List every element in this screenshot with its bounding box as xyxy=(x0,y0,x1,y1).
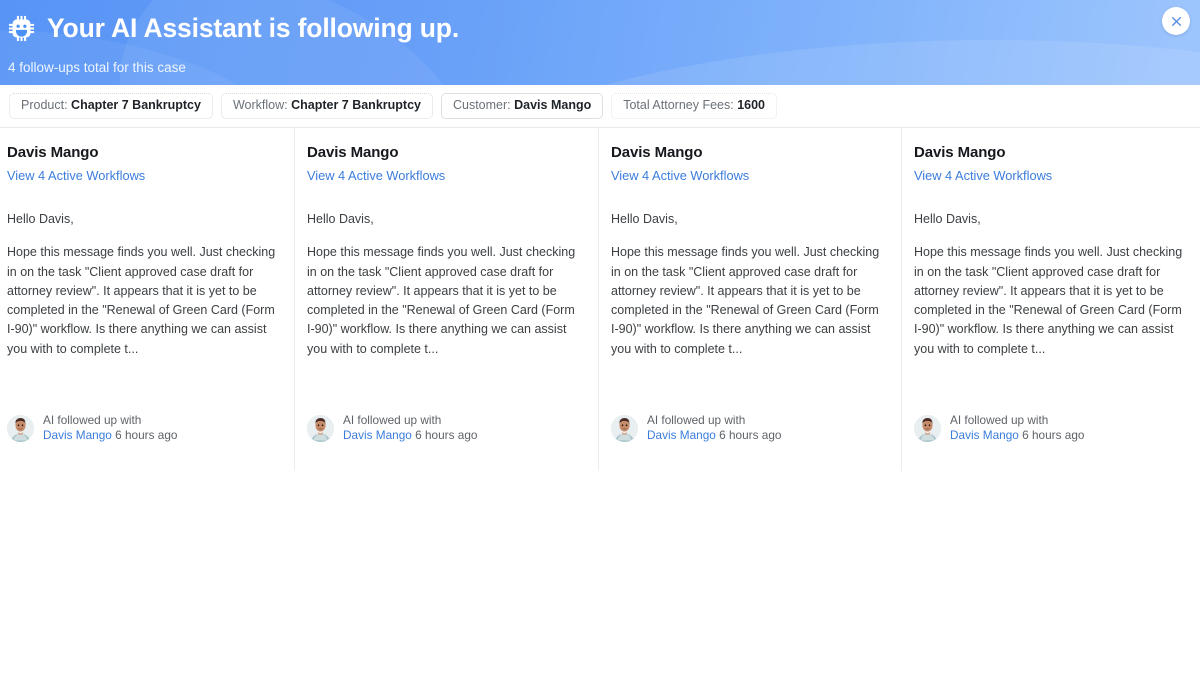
avatar xyxy=(914,414,941,442)
meta-chip-workflow: Workflow: Chapter 7 Bankruptcy xyxy=(220,93,433,119)
card-customer-name: Davis Mango xyxy=(307,144,399,161)
card-footer-text: AI followed up with Davis Mango 6 hours … xyxy=(43,413,177,444)
card-footer: AI followed up with Davis Mango 6 hours … xyxy=(611,413,887,471)
meta-chip-customer: Customer: Davis Mango xyxy=(440,93,604,119)
card-footer: AI followed up with Davis Mango 6 hours … xyxy=(914,413,1186,471)
card-footer: AI followed up with Davis Mango 6 hours … xyxy=(307,413,584,471)
meta-chip-workflow-label: Workflow: xyxy=(232,98,288,113)
meta-chip-fees-value: 1600 xyxy=(737,98,766,113)
footer-timestamp: 6 hours ago xyxy=(115,428,178,443)
footer-prefix: AI followed up with xyxy=(43,412,142,427)
avatar xyxy=(7,414,34,442)
meta-chip-product-value: Chapter 7 Bankruptcy xyxy=(71,98,201,113)
card-footer-text: AI followed up with Davis Mango 6 hours … xyxy=(647,413,781,444)
card-footer-text: AI followed up with Davis Mango 6 hours … xyxy=(343,413,477,444)
meta-chip-total-attorney-fees: Total Attorney Fees: 1600 xyxy=(611,93,778,119)
avatar xyxy=(611,414,638,442)
view-active-workflows-link[interactable]: View 4 Active Workflows xyxy=(611,169,749,183)
meta-chip-customer-label: Customer: xyxy=(452,98,511,113)
meta-chip-product-label: Product: xyxy=(21,98,68,113)
footer-person-link[interactable]: Davis Mango xyxy=(43,428,112,442)
close-button[interactable] xyxy=(1162,7,1190,35)
followup-card[interactable]: Davis Mango View 4 Active Workflows Hell… xyxy=(599,128,902,471)
close-icon xyxy=(1171,16,1181,26)
view-active-workflows-link[interactable]: View 4 Active Workflows xyxy=(307,169,445,183)
message-greeting: Hello Davis, xyxy=(7,211,74,226)
footer-prefix: AI followed up with xyxy=(647,412,746,427)
footer-timestamp: 6 hours ago xyxy=(719,428,782,443)
header-subtitle: 4 follow-ups total for this case xyxy=(8,60,186,75)
followup-card[interactable]: Davis Mango View 4 Active Workflows Hell… xyxy=(0,128,295,471)
footer-prefix: AI followed up with xyxy=(950,412,1049,427)
footer-prefix: AI followed up with xyxy=(343,412,442,427)
card-customer-name: Davis Mango xyxy=(914,144,1006,161)
message-body: Hope this message finds you well. Just c… xyxy=(307,245,576,356)
followup-card[interactable]: Davis Mango View 4 Active Workflows Hell… xyxy=(902,128,1200,471)
message-body: Hope this message finds you well. Just c… xyxy=(914,245,1183,356)
meta-chip-customer-value: Davis Mango xyxy=(514,98,592,113)
footer-person-link[interactable]: Davis Mango xyxy=(647,428,716,442)
message-greeting: Hello Davis, xyxy=(307,211,374,226)
card-customer-name: Davis Mango xyxy=(7,144,99,161)
view-active-workflows-link[interactable]: View 4 Active Workflows xyxy=(914,169,1052,183)
view-active-workflows-link[interactable]: View 4 Active Workflows xyxy=(7,169,145,183)
meta-chip-workflow-value: Chapter 7 Bankruptcy xyxy=(291,98,421,113)
footer-timestamp: 6 hours ago xyxy=(1022,428,1085,443)
meta-chip-fees-label: Total Attorney Fees: xyxy=(623,98,734,113)
page-title: Your AI Assistant is following up. xyxy=(47,12,460,43)
avatar xyxy=(307,414,334,442)
header-title-row: Your AI Assistant is following up. xyxy=(7,8,1200,48)
metadata-bar: Product: Chapter 7 Bankruptcy Workflow: … xyxy=(0,85,1200,128)
message-greeting: Hello Davis, xyxy=(914,211,981,226)
card-footer: AI followed up with Davis Mango 6 hours … xyxy=(7,413,280,471)
message-greeting: Hello Davis, xyxy=(611,211,678,226)
followup-card-list: Davis Mango View 4 Active Workflows Hell… xyxy=(0,128,1200,471)
followup-card[interactable]: Davis Mango View 4 Active Workflows Hell… xyxy=(295,128,599,471)
message-body: Hope this message finds you well. Just c… xyxy=(7,245,276,356)
message-body: Hope this message finds you well. Just c… xyxy=(611,245,880,356)
card-footer-text: AI followed up with Davis Mango 6 hours … xyxy=(950,413,1084,444)
smart-toy-icon xyxy=(8,15,35,41)
card-customer-name: Davis Mango xyxy=(611,144,703,161)
meta-chip-product: Product: Chapter 7 Bankruptcy xyxy=(9,93,213,119)
footer-person-link[interactable]: Davis Mango xyxy=(950,428,1019,442)
app-header: Your AI Assistant is following up. 4 fol… xyxy=(0,0,1200,85)
footer-timestamp: 6 hours ago xyxy=(415,428,478,443)
footer-person-link[interactable]: Davis Mango xyxy=(343,428,412,442)
